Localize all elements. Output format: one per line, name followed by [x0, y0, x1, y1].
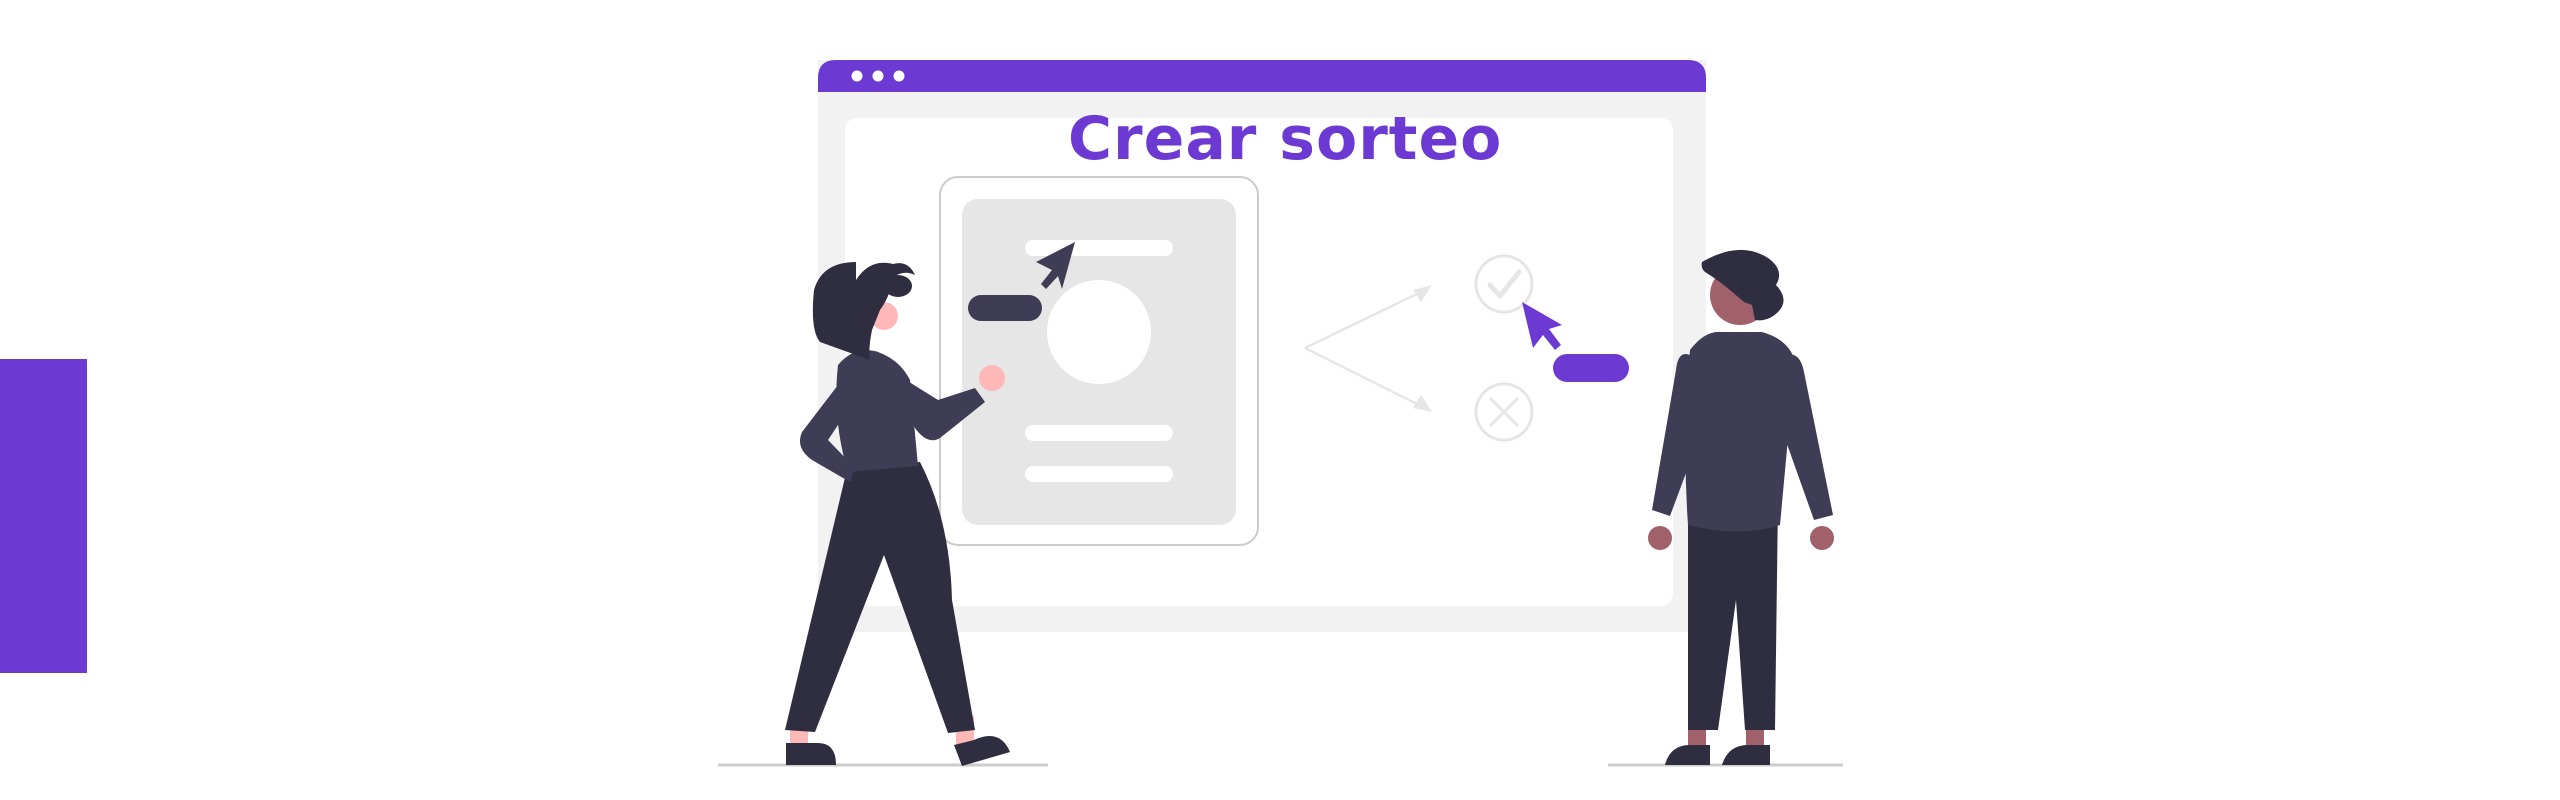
- man-hand: [1648, 526, 1672, 550]
- window-dots-icon: [851, 70, 905, 82]
- man-hand: [1810, 526, 1834, 550]
- dark-pill-button[interactable]: [968, 295, 1042, 321]
- form-card: [939, 176, 1259, 546]
- man-legs: [1688, 500, 1778, 730]
- man-torso: [1685, 331, 1795, 532]
- form-line-top: [1025, 240, 1173, 256]
- man-arm-right: [1782, 354, 1833, 520]
- shoe: [1722, 745, 1770, 765]
- browser-titlebar: [818, 60, 1706, 92]
- purple-pill-button[interactable]: [1553, 354, 1629, 382]
- woman-hand: [979, 365, 1005, 391]
- image-placeholder-icon: [1047, 280, 1151, 384]
- page-title: Crear sorteo: [1068, 104, 1503, 174]
- x-circle-icon[interactable]: [1474, 382, 1534, 442]
- form-line: [1025, 425, 1173, 441]
- form-line: [1025, 466, 1173, 482]
- shoe: [1665, 745, 1710, 765]
- shoe: [786, 743, 836, 765]
